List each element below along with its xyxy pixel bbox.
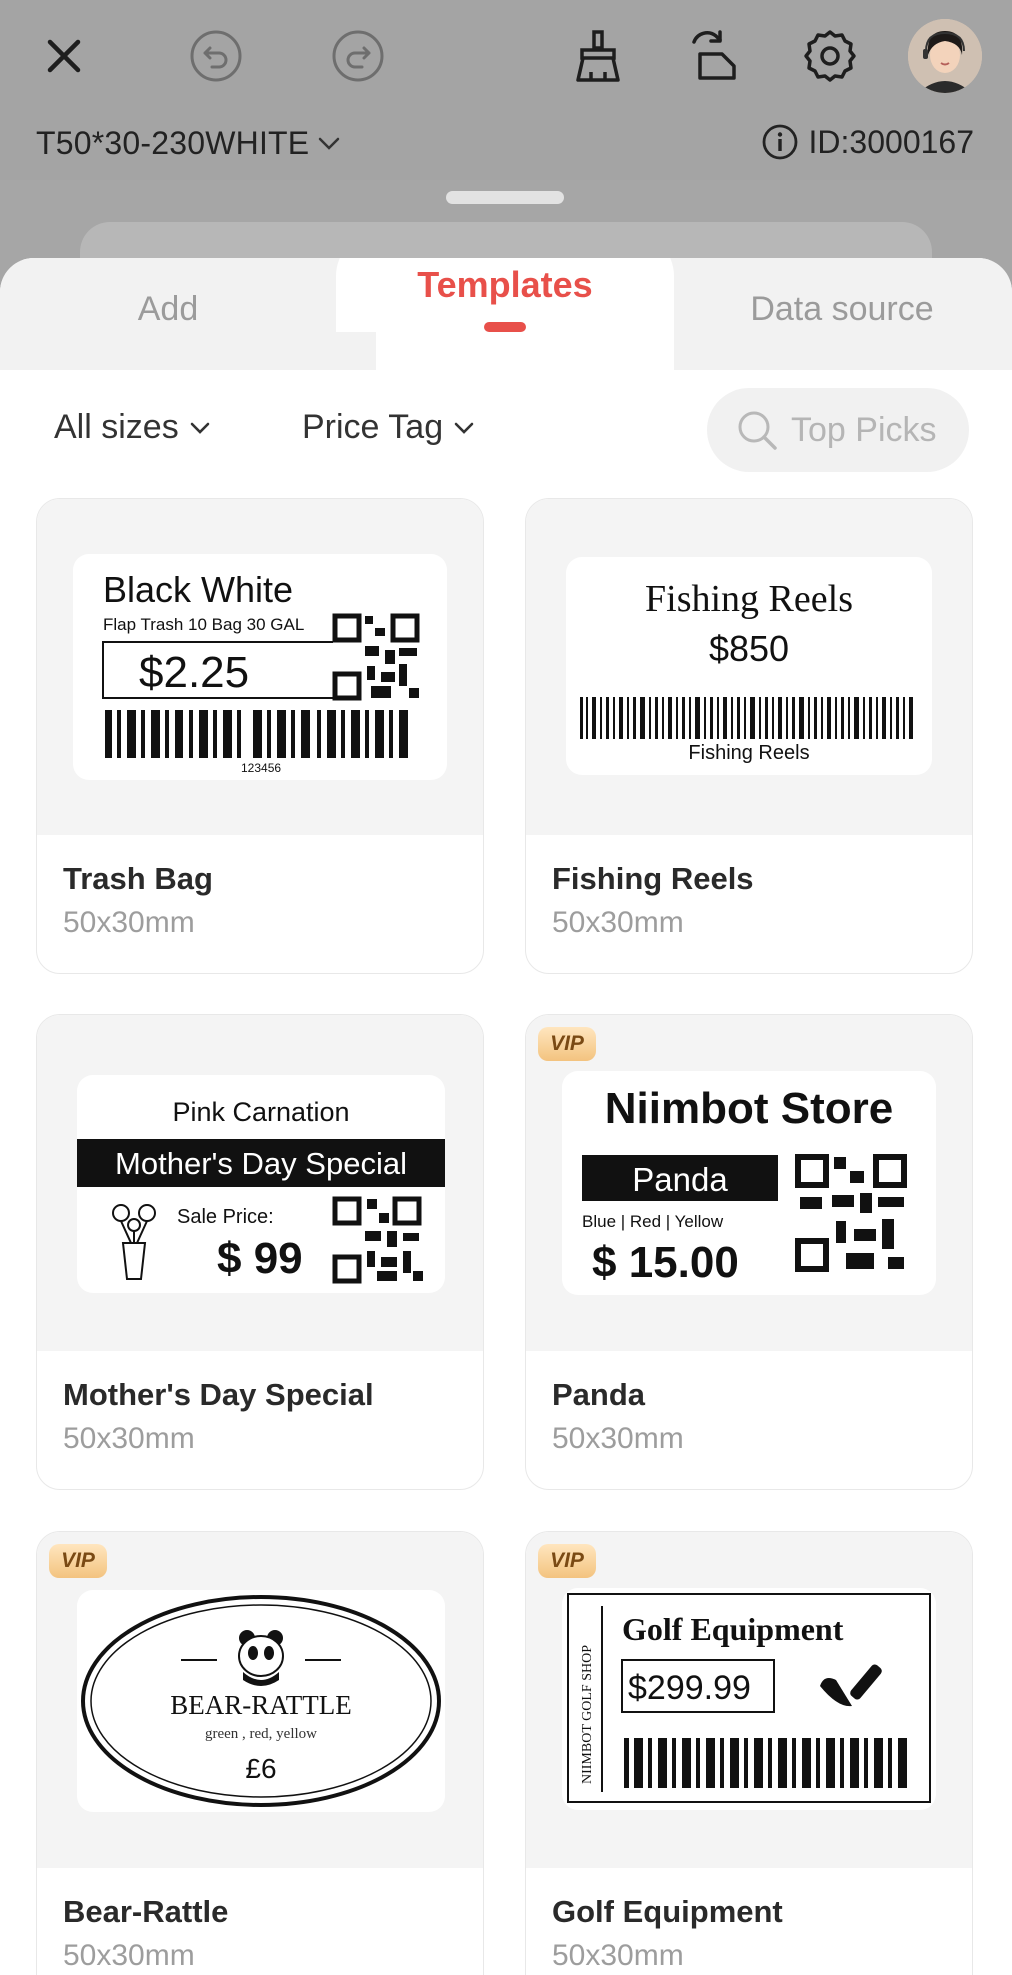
category-filter-dropdown[interactable]: Price Tag — [302, 408, 477, 447]
template-size: 50x30mm — [552, 1422, 684, 1455]
tab-data-source[interactable]: Data source — [720, 290, 964, 329]
preview-barcode-caption: Fishing Reels — [688, 742, 809, 764]
template-name: Bear-Rattle — [63, 1894, 229, 1929]
vip-badge: VIP — [538, 1544, 596, 1578]
preview-sale-label: Sale Price: — [177, 1206, 274, 1228]
template-card-mothers-day-special[interactable]: Pink Carnation Mother's Day Special Sale… — [36, 1014, 484, 1490]
qr-code-icon — [332, 613, 420, 701]
template-size: 50x30mm — [63, 1422, 195, 1455]
preview-subtitle: Flap Trash 10 Bag 30 GAL — [103, 615, 304, 634]
label-preview: NIIMBOT GOLF SHOP Golf Equipment $299.99 — [562, 1588, 936, 1810]
qr-code-icon — [795, 1154, 907, 1272]
info-icon — [762, 124, 797, 160]
barcode-icon — [105, 710, 408, 758]
templates-sheet: Add Data source Templates All sizes Pric… — [0, 258, 1012, 1975]
label-preview: Niimbot Store Panda Blue | Red | Yellow … — [562, 1071, 936, 1295]
flower-bouquet-icon — [112, 1204, 156, 1280]
category-filter-label: Price Tag — [302, 408, 444, 446]
preview-variants: Blue | Red | Yellow — [582, 1212, 724, 1231]
label-preview: Pink Carnation Mother's Day Special Sale… — [77, 1075, 445, 1293]
template-name: Panda — [552, 1377, 646, 1412]
template-size: 50x30mm — [552, 906, 684, 939]
template-search-input[interactable]: Top Picks — [707, 388, 969, 472]
preview-price: $ 99 — [217, 1234, 303, 1283]
search-placeholder: Top Picks — [791, 410, 937, 449]
template-card-trash-bag[interactable]: Black White Flap Trash 10 Bag 30 GAL $2.… — [36, 498, 484, 974]
template-size: 50x30mm — [63, 1939, 195, 1972]
preview-price: $ 15.00 — [592, 1238, 739, 1287]
template-card-fishing-reels[interactable]: Fishing Reels $850 Fishing Reels Fishing… — [525, 498, 973, 974]
preview-price: $299.99 — [628, 1669, 751, 1707]
chevron-down-icon — [319, 137, 340, 150]
vip-badge: VIP — [49, 1544, 107, 1578]
preview-colors: green , red, yellow — [205, 1726, 317, 1742]
panda-icon — [238, 1630, 284, 1686]
rotate-icon[interactable] — [680, 20, 752, 92]
template-size: 50x30mm — [63, 906, 195, 939]
undo-icon[interactable] — [180, 20, 252, 92]
preview-title: Golf Equipment — [622, 1611, 844, 1647]
template-size: 50x30mm — [552, 1939, 684, 1972]
device-id[interactable]: ID:3000167 — [761, 123, 974, 161]
preview-side-text: NIIMBOT GOLF SHOP — [580, 1645, 595, 1784]
preview-price: $2.25 — [139, 648, 249, 697]
preview-price: £6 — [245, 1753, 276, 1784]
size-filter-dropdown[interactable]: All sizes — [54, 408, 213, 447]
chevron-down-icon — [454, 422, 474, 434]
preview-title: Fishing Reels — [645, 578, 853, 620]
label-preview: Fishing Reels $850 Fishing Reels — [566, 557, 932, 775]
preview-price: $850 — [709, 628, 789, 669]
redo-icon[interactable] — [322, 20, 394, 92]
chevron-down-icon — [190, 422, 210, 434]
preview-product: Panda — [632, 1161, 728, 1198]
label-preview: Black White Flap Trash 10 Bag 30 GAL $2.… — [73, 554, 447, 780]
size-filter-label: All sizes — [54, 408, 179, 446]
template-name: Mother's Day Special — [63, 1377, 374, 1412]
brush-icon[interactable] — [562, 20, 634, 92]
tab-active-indicator — [484, 322, 526, 332]
template-name: Trash Bag — [63, 861, 213, 896]
template-name: Golf Equipment — [552, 1894, 783, 1929]
search-icon — [738, 411, 777, 450]
close-icon[interactable] — [28, 20, 100, 92]
template-card-bear-rattle[interactable]: VIP BEAR-RATTLE green , red, yellow £6 B… — [36, 1531, 484, 1975]
qr-code-icon — [332, 1196, 423, 1284]
preview-banner: Mother's Day Special — [115, 1146, 407, 1181]
label-paper-selector[interactable]: T50*30-230WHITE — [36, 125, 343, 162]
preview-barcode-number: 123456 — [241, 761, 281, 775]
tab-templates[interactable]: Templates — [372, 264, 638, 306]
template-name: Fishing Reels — [552, 861, 754, 896]
tab-add[interactable]: Add — [100, 290, 236, 329]
support-agent-avatar[interactable] — [908, 19, 982, 93]
template-card-golf-equipment[interactable]: VIP NIIMBOT GOLF SHOP Golf Equipment $29… — [525, 1531, 973, 1975]
gear-icon[interactable] — [794, 20, 866, 92]
preview-title: Pink Carnation — [172, 1097, 349, 1127]
sheet-drag-handle[interactable] — [446, 191, 564, 204]
label-paper-name: T50*30-230WHITE — [36, 125, 310, 161]
preview-store: Niimbot Store — [605, 1084, 893, 1133]
barcode-icon — [580, 697, 913, 739]
template-card-panda[interactable]: VIP Niimbot Store Panda Blue | Red | Yel… — [525, 1014, 973, 1490]
vip-badge: VIP — [538, 1027, 596, 1061]
preview-title: BEAR-RATTLE — [170, 1690, 352, 1720]
preview-title: Black White — [103, 569, 293, 610]
device-id-text: ID:3000167 — [808, 123, 974, 160]
label-preview: BEAR-RATTLE green , red, yellow £6 — [77, 1590, 445, 1812]
